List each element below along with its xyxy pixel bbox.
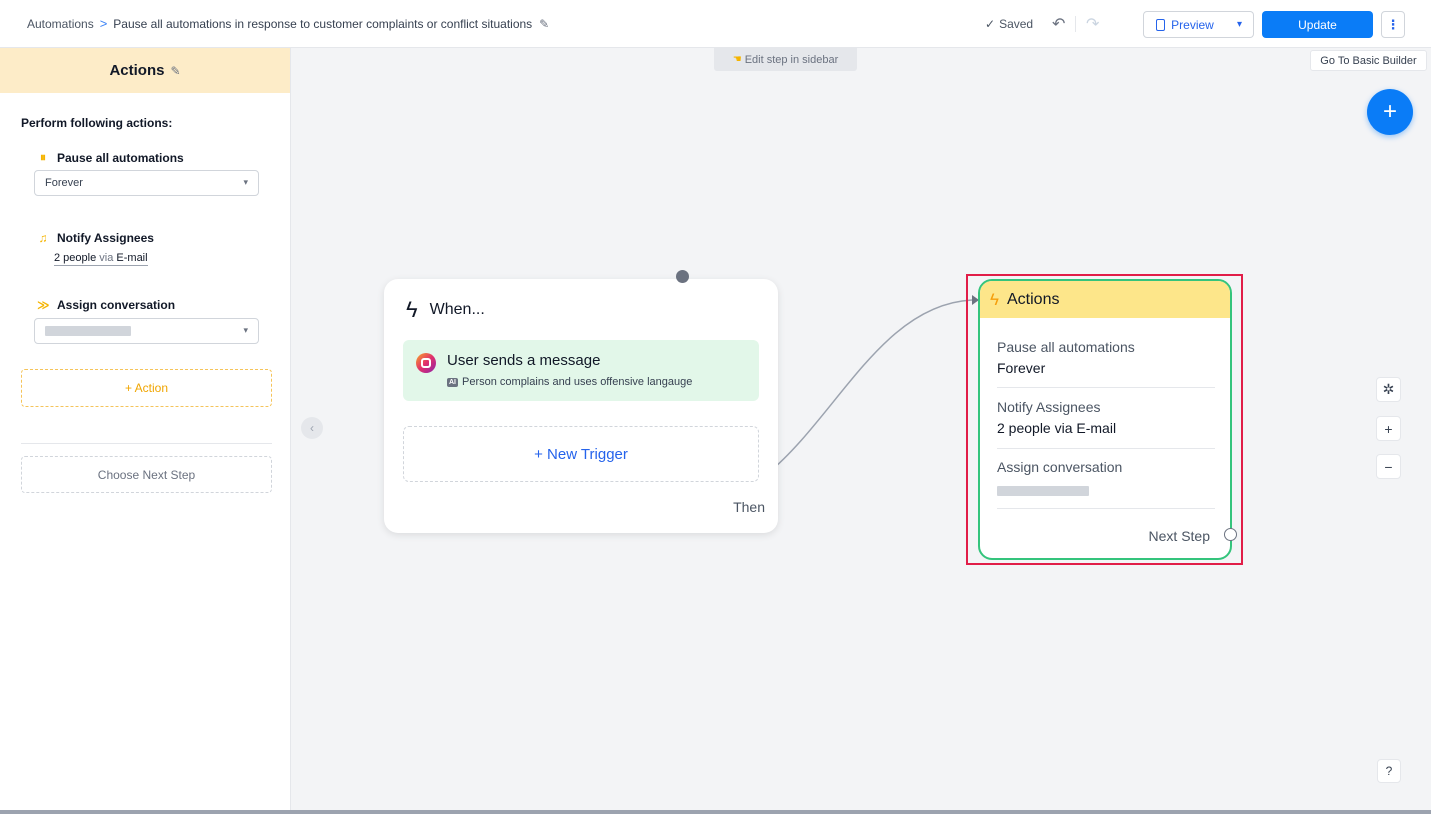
ai-icon: AI	[447, 377, 458, 387]
bell-icon: ♫	[38, 231, 48, 245]
edit-pencil-icon[interactable]: ✎	[170, 64, 180, 78]
preview-button[interactable]: Preview	[1143, 11, 1227, 38]
sidebar-divider	[21, 443, 272, 444]
action-card-item-notify: Notify Assignees 2 people via E-mail	[997, 399, 1117, 436]
action-card-item-pause: Pause all automations Forever	[997, 339, 1135, 376]
then-label: Then	[733, 499, 765, 515]
sidebar-title: Actions	[109, 62, 165, 79]
lightning-icon: ϟ	[406, 297, 418, 322]
when-card[interactable]: ϟ When... User sends a message AI Person…	[384, 279, 778, 533]
window-bottom-edge	[0, 810, 1431, 814]
when-card-title: ϟ When...	[406, 297, 485, 322]
preview-dropdown-chevron-icon[interactable]: ▾	[1226, 11, 1254, 38]
redacted-assignee	[45, 326, 131, 336]
action-title-notify: ♫ Notify Assignees	[38, 231, 154, 245]
action-card-divider	[997, 448, 1215, 449]
notify-assignees-link[interactable]: 2 people via E-mail	[54, 252, 148, 266]
add-action-button[interactable]: + Action	[21, 369, 272, 407]
assignee-select[interactable]: ▾	[34, 318, 259, 344]
assign-icon: ≫	[37, 298, 50, 312]
lightning-icon: ϟ	[990, 289, 999, 309]
pause-duration-select[interactable]: Forever ▾	[34, 170, 259, 196]
update-button[interactable]: Update	[1262, 11, 1373, 38]
trigger-title: User sends a message	[447, 352, 601, 369]
breadcrumb: Automations > Pause all automations in r…	[0, 16, 549, 31]
saved-status: ✓ Saved	[985, 17, 1034, 31]
sidebar-header: Actions ✎	[0, 48, 290, 93]
breadcrumb-automations-link[interactable]: Automations	[27, 17, 94, 31]
toolbar-divider	[1075, 16, 1076, 32]
action-card-item-assign: Assign conversation	[997, 459, 1215, 499]
flow-canvas[interactable]: ☚ Edit step in sidebar ‹ ϟ When... User …	[291, 48, 1431, 810]
top-bar: Automations > Pause all automations in r…	[0, 0, 1431, 48]
redo-icon[interactable]: ↷	[1086, 14, 1099, 34]
chevron-down-icon: ▾	[243, 325, 248, 335]
chevron-down-icon: ▾	[243, 177, 248, 187]
action-card-divider	[997, 508, 1215, 509]
add-step-plus-icon[interactable]: +	[1367, 89, 1413, 135]
phone-icon	[1156, 18, 1166, 31]
action-card-divider	[997, 387, 1215, 388]
more-options-icon[interactable]: ⋮	[1381, 11, 1405, 38]
auto-layout-sparkle-icon[interactable]: ✲	[1376, 377, 1401, 402]
action-title-assign: ≫ Assign conversation	[37, 298, 176, 312]
breadcrumb-separator: >	[99, 16, 108, 31]
actions-card-header: ϟ Actions	[980, 281, 1230, 318]
trigger-item[interactable]: User sends a message AI Person complains…	[403, 340, 759, 401]
actions-card[interactable]: ϟ Actions Pause all automations Forever …	[978, 279, 1232, 560]
choose-next-step-button[interactable]: Choose Next Step	[21, 456, 272, 493]
check-icon: ✓	[985, 17, 996, 31]
trigger-subtitle: AI Person complains and uses offensive l…	[447, 376, 693, 388]
next-step-label: Next Step	[1148, 528, 1210, 544]
edit-title-pencil-icon[interactable]: ✎	[539, 17, 549, 31]
automation-title[interactable]: Pause all automations in response to cus…	[113, 17, 532, 31]
zoom-out-minus-icon[interactable]: −	[1376, 454, 1401, 479]
zoom-in-plus-icon[interactable]: +	[1376, 416, 1401, 441]
help-question-icon[interactable]: ?	[1377, 759, 1401, 783]
action-title-pause: ⏸ Pause all automations	[37, 150, 184, 165]
pause-icon: ⏸	[39, 150, 46, 164]
undo-icon[interactable]: ↶	[1052, 14, 1065, 34]
next-step-connector-handle[interactable]	[1224, 528, 1237, 541]
redacted-assignee	[997, 486, 1089, 496]
then-connector-handle[interactable]	[676, 270, 689, 283]
instagram-icon	[416, 353, 436, 373]
new-trigger-button[interactable]: + New Trigger	[403, 426, 759, 482]
perform-label: Perform following actions:	[21, 116, 173, 130]
sidebar: Actions ✎ Perform following actions: ⏸ P…	[0, 48, 291, 810]
go-to-basic-builder-button[interactable]: Go To Basic Builder	[1310, 50, 1427, 71]
